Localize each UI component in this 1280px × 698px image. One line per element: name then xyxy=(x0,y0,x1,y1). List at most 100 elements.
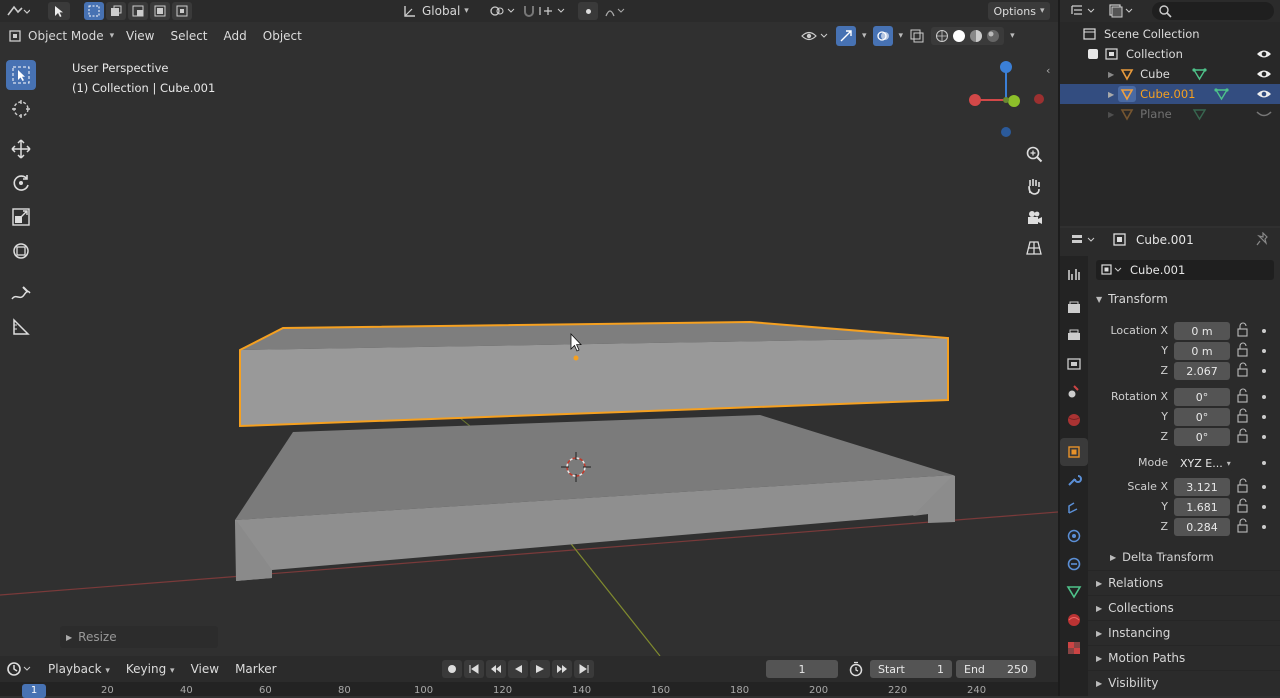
tab-world[interactable] xyxy=(1060,406,1088,434)
menu-view[interactable]: View xyxy=(118,29,162,43)
gizmo-x-axis[interactable] xyxy=(969,94,981,106)
visibility-eye-icon[interactable] xyxy=(1256,68,1272,80)
solid-shading-icon[interactable] xyxy=(952,29,966,43)
properties-editor-icon[interactable] xyxy=(1070,232,1098,248)
tab-data[interactable] xyxy=(1060,578,1088,606)
menu-select[interactable]: Select xyxy=(162,29,215,43)
select-invert-button[interactable] xyxy=(150,2,170,20)
menu-keying[interactable]: Keying ▾ xyxy=(118,662,183,676)
outliner-editor-icon[interactable] xyxy=(1070,3,1098,19)
scale-z-field[interactable]: 0.284 xyxy=(1174,518,1230,536)
select-subtract-button[interactable] xyxy=(128,2,148,20)
end-frame-field[interactable]: End 250 xyxy=(956,660,1036,678)
gizmo-z-axis[interactable] xyxy=(1000,61,1012,73)
panel-collections[interactable]: ▶ Collections xyxy=(1088,595,1280,620)
menu-timeline-view[interactable]: View xyxy=(183,662,227,676)
wireframe-shading-icon[interactable] xyxy=(935,29,949,43)
tab-particles[interactable] xyxy=(1060,494,1088,522)
tool-measure[interactable] xyxy=(6,312,36,342)
rotation-z-field[interactable]: 0° xyxy=(1174,428,1230,446)
outliner-row-cube[interactable]: ▶ Cube xyxy=(1060,64,1280,84)
gizmo-y-axis[interactable] xyxy=(1008,95,1020,107)
outliner-search-field[interactable] xyxy=(1152,2,1274,20)
chevron-down-icon[interactable]: ▾ xyxy=(862,31,867,41)
record-button[interactable] xyxy=(442,660,462,678)
transform-orientation-dropdown[interactable]: Global ▾ xyxy=(402,2,469,20)
3d-viewport[interactable]: User Perspective (1) Collection | Cube.0… xyxy=(0,50,1058,656)
tool-cursor[interactable] xyxy=(6,94,36,124)
gizmo-toggle-button[interactable] xyxy=(836,26,856,46)
tool-annotate[interactable] xyxy=(6,278,36,308)
menu-object[interactable]: Object xyxy=(255,29,310,43)
tool-select-box[interactable] xyxy=(6,60,36,90)
next-keyframe-button[interactable] xyxy=(552,660,572,678)
perspective-toggle-button[interactable] xyxy=(1020,234,1048,262)
tree-expand-icon[interactable]: ▶ xyxy=(1108,70,1114,79)
rotation-mode-dropdown[interactable]: XYZ E... ▾ xyxy=(1174,454,1232,472)
rendered-shading-icon[interactable] xyxy=(986,29,1000,43)
timeline-editor-button[interactable] xyxy=(6,660,34,678)
select-extend-button[interactable] xyxy=(106,2,126,20)
tab-tool[interactable] xyxy=(1060,260,1088,288)
location-y-field[interactable]: 0 m xyxy=(1174,342,1230,360)
navigation-gizmo[interactable] xyxy=(962,56,1052,146)
viewport-scene[interactable] xyxy=(0,50,1058,656)
jump-start-button[interactable] xyxy=(464,660,484,678)
current-frame-field[interactable]: 1 xyxy=(766,660,838,678)
panel-visibility[interactable]: ▶ Visibility xyxy=(1088,670,1280,695)
menu-playback[interactable]: Playback ▾ xyxy=(40,662,118,676)
tool-move[interactable] xyxy=(6,134,36,164)
panel-relations[interactable]: ▶ Relations xyxy=(1088,570,1280,595)
outliner-row-collection[interactable]: Collection xyxy=(1060,44,1280,64)
scale-y-field[interactable]: 1.681 xyxy=(1174,498,1230,516)
chevron-down-icon[interactable]: ▾ xyxy=(899,31,904,41)
tool-scale[interactable] xyxy=(6,202,36,232)
pan-button[interactable] xyxy=(1020,172,1048,200)
outliner-row-cube-001[interactable]: ▶ Cube.001 xyxy=(1060,84,1280,104)
tab-view-layer[interactable] xyxy=(1060,350,1088,378)
gizmo-neg-z[interactable] xyxy=(1001,127,1011,137)
selected-cube-mesh[interactable] xyxy=(239,320,949,428)
tree-expand-icon[interactable]: ▶ xyxy=(1108,110,1114,119)
rotation-y-field[interactable]: 0° xyxy=(1174,408,1230,426)
base-cube-mesh[interactable] xyxy=(235,415,955,581)
tool-rotate[interactable] xyxy=(6,168,36,198)
tab-modifiers[interactable] xyxy=(1060,466,1088,494)
display-mode-icon[interactable] xyxy=(1108,3,1136,19)
overlays-toggle-button[interactable] xyxy=(872,26,893,46)
tab-texture[interactable] xyxy=(1060,634,1088,662)
object-name-field[interactable]: Cube.001 xyxy=(1096,260,1274,280)
outliner-row-scene-collection[interactable]: Scene Collection xyxy=(1060,24,1280,44)
tab-constraints[interactable] xyxy=(1060,550,1088,578)
delta-transform-header[interactable]: ▶ Delta Transform xyxy=(1110,550,1214,564)
start-frame-field[interactable]: Start 1 xyxy=(870,660,952,678)
snap-magnet-icon[interactable] xyxy=(522,4,566,18)
zoom-button[interactable] xyxy=(1020,140,1048,168)
proportional-edit-button[interactable] xyxy=(578,2,598,20)
visibility-eye-icon[interactable] xyxy=(1256,88,1272,100)
editor-type-button[interactable] xyxy=(4,2,30,20)
menu-add[interactable]: Add xyxy=(216,29,255,43)
timeline-ruler[interactable]: 1 20 40 60 80 100 120 140 160 180 200 22… xyxy=(0,682,1058,698)
pin-icon[interactable] xyxy=(1256,232,1270,248)
tab-object[interactable] xyxy=(1060,438,1088,466)
select-intersect-button[interactable] xyxy=(172,2,192,20)
outliner-row-plane[interactable]: ▶ Plane xyxy=(1060,104,1280,124)
select-new-button[interactable] xyxy=(84,2,104,20)
tab-physics[interactable] xyxy=(1060,522,1088,550)
hidden-eye-icon[interactable] xyxy=(1256,108,1272,120)
prev-keyframe-button[interactable] xyxy=(486,660,506,678)
xray-toggle-icon[interactable] xyxy=(909,28,925,44)
tab-render[interactable] xyxy=(1060,294,1088,322)
last-operator-panel[interactable]: ▶ Resize xyxy=(60,626,218,648)
camera-view-button[interactable] xyxy=(1020,204,1048,232)
visibility-eye-icon[interactable] xyxy=(1256,48,1272,60)
chevron-down-icon[interactable]: ▾ xyxy=(1010,31,1015,41)
panel-instancing[interactable]: ▶ Instancing xyxy=(1088,620,1280,645)
pivot-point-icon[interactable] xyxy=(488,4,516,18)
tab-scene[interactable] xyxy=(1060,378,1088,406)
collection-checkbox[interactable] xyxy=(1088,49,1098,59)
falloff-curve-icon[interactable] xyxy=(604,4,628,18)
location-x-field[interactable]: 0 m xyxy=(1174,322,1230,340)
tab-material[interactable] xyxy=(1060,606,1088,634)
